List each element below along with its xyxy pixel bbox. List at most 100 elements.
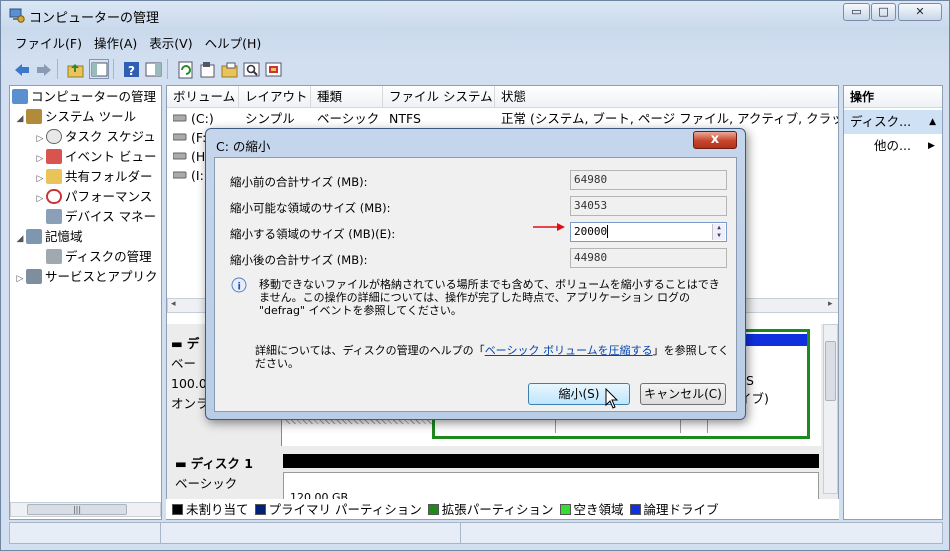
legend-extended: 拡張パーティション bbox=[441, 502, 554, 517]
legend-swatch-logical bbox=[629, 504, 641, 515]
disk1-unallocated-bar[interactable] bbox=[283, 454, 819, 468]
expand-arrow-icon[interactable]: ▷ bbox=[34, 189, 46, 209]
expand-arrow-icon[interactable]: ▷ bbox=[34, 169, 46, 189]
tree-item-shared-folders[interactable]: ▷ 共有フォルダー bbox=[34, 167, 153, 187]
legend-swatch-unallocated bbox=[172, 504, 183, 515]
tree-item-label: ディスクの管理 bbox=[65, 249, 152, 264]
volume-layout: シンプル bbox=[245, 111, 295, 126]
expand-arrow-icon[interactable]: ▷ bbox=[14, 269, 26, 289]
properties-icon[interactable] bbox=[197, 59, 217, 79]
legend-bar: 未割り当て プライマリ パーティション 拡張パーティション 空き領域 論理ドライブ bbox=[166, 499, 839, 519]
help-link[interactable]: ベーシック ボリュームを圧縮する bbox=[485, 344, 653, 357]
volume-row[interactable]: (C:) シンプル ベーシック NTFS 正常 (システム, ブート, ページ … bbox=[167, 109, 839, 128]
status-bar bbox=[9, 522, 943, 544]
tree-item-root[interactable]: コンピューターの管理 bbox=[12, 87, 156, 107]
menu-bar: ファイル(F) 操作(A) 表示(V) ヘルプ(H) bbox=[9, 31, 943, 53]
column-header-layout[interactable]: レイアウト bbox=[239, 86, 311, 108]
column-header-status[interactable]: 状態 bbox=[495, 86, 838, 108]
tree-item-label: 共有フォルダー bbox=[65, 169, 153, 184]
maximize-button[interactable]: □ bbox=[871, 3, 896, 21]
spin-up-icon[interactable]: ▲ bbox=[713, 224, 725, 232]
menu-action[interactable]: 操作(A) bbox=[88, 31, 143, 54]
menu-file[interactable]: ファイル(F) bbox=[9, 31, 88, 54]
tree-item-performance[interactable]: ▷ パフォーマンス bbox=[34, 187, 152, 207]
dialog-close-button[interactable]: x bbox=[693, 131, 737, 149]
shrink-amount-value: 20000 bbox=[574, 225, 608, 238]
window-title: コンピューターの管理 bbox=[29, 11, 160, 26]
red-arrow-icon bbox=[533, 221, 567, 236]
menu-view[interactable]: 表示(V) bbox=[143, 31, 198, 54]
device-manager-icon bbox=[46, 209, 62, 224]
info-text: 移動できないファイルが格納されている場所までも含めて、ボリュームを縮小することは… bbox=[259, 278, 720, 317]
label-shrink-amount: 縮小する領域のサイズ (MB)(E): bbox=[230, 227, 396, 241]
toolbar-separator bbox=[57, 59, 58, 79]
properties-pane-icon[interactable] bbox=[143, 59, 163, 79]
label-shrinkable-space: 縮小可能な領域のサイズ (MB): bbox=[230, 201, 391, 215]
legend-free: 空き領域 bbox=[573, 502, 624, 517]
scrollbar-thumb[interactable] bbox=[825, 341, 836, 401]
volume-filesystem: NTFS bbox=[389, 111, 421, 126]
search-icon[interactable] bbox=[241, 59, 261, 79]
disk-settings-icon[interactable] bbox=[263, 59, 283, 79]
expand-arrow-icon[interactable]: ▷ bbox=[34, 129, 46, 149]
tree-item-storage[interactable]: ◢ 記憶域 bbox=[14, 227, 83, 247]
spin-buttons[interactable]: ▲ ▼ bbox=[712, 224, 725, 240]
scrollbar-thumb[interactable]: ||| bbox=[27, 504, 127, 515]
collapse-up-icon[interactable]: ▲ bbox=[929, 110, 936, 134]
shrink-dialog: C: の縮小 x 縮小前の合計サイズ (MB): 64980 縮小可能な領域のサ… bbox=[205, 128, 746, 420]
legend-swatch-primary bbox=[254, 504, 266, 515]
disk1-type: ベーシック bbox=[175, 476, 238, 491]
dialog-body: 縮小前の合計サイズ (MB): 64980 縮小可能な領域のサイズ (MB): … bbox=[214, 157, 737, 412]
actions-disk-management[interactable]: ディスク... ▲ bbox=[844, 110, 942, 134]
disk1-info[interactable]: ▬ ディスク 1 ベーシック 120.00 GB bbox=[175, 454, 281, 504]
up-folder-icon[interactable] bbox=[65, 59, 85, 79]
volume-name: (C:) bbox=[191, 111, 214, 126]
actions-pane: 操作 ディスク... ▲ 他の... ▶ bbox=[843, 85, 943, 520]
tree-item-system-tools[interactable]: ◢ システム ツール bbox=[14, 107, 136, 127]
back-arrow-icon[interactable] bbox=[11, 59, 31, 79]
column-header-type[interactable]: 種類 bbox=[311, 86, 383, 108]
legend-unallocated: 未割り当て bbox=[186, 502, 249, 517]
column-header-filesystem[interactable]: ファイル システム bbox=[383, 86, 495, 108]
column-header-volume[interactable]: ボリューム bbox=[167, 86, 239, 108]
volume-status: 正常 (システム, ブート, ページ ファイル, アクティブ, クラッシ bbox=[501, 111, 839, 126]
close-button[interactable]: ✕ bbox=[898, 3, 942, 21]
help-text: 詳細については、ディスクの管理のヘルプの「ベーシック ボリュームを圧縮する」を参… bbox=[255, 344, 735, 370]
volume-icon bbox=[167, 166, 187, 185]
actions-more[interactable]: 他の... ▶ bbox=[874, 136, 942, 156]
forward-arrow-icon[interactable] bbox=[33, 59, 53, 79]
collapse-arrow-icon[interactable]: ◢ bbox=[14, 109, 26, 129]
scroll-right-arrow-icon[interactable]: ▸ bbox=[828, 299, 833, 309]
menu-help[interactable]: ヘルプ(H) bbox=[199, 31, 268, 54]
show-hide-tree-icon[interactable] bbox=[89, 59, 109, 79]
spin-down-icon[interactable]: ▼ bbox=[713, 232, 725, 240]
shrink-amount-input[interactable]: 20000 ▲ ▼ bbox=[570, 222, 727, 242]
collapse-arrow-icon[interactable]: ◢ bbox=[14, 229, 26, 249]
tree-item-label: 記憶域 bbox=[45, 229, 83, 244]
disk-icon: ▬ bbox=[171, 336, 187, 351]
cancel-button[interactable]: キャンセル(C) bbox=[640, 383, 726, 405]
open-folder-icon[interactable] bbox=[219, 59, 239, 79]
help-icon[interactable]: ? bbox=[121, 59, 141, 79]
tree-item-disk-management[interactable]: ディスクの管理 bbox=[46, 247, 152, 267]
legend-primary: プライマリ パーティション bbox=[268, 502, 422, 517]
tree-item-services[interactable]: ▷ サービスとアプリク bbox=[14, 267, 158, 287]
tree-item-event-viewer[interactable]: ▷ イベント ビュー bbox=[34, 147, 156, 167]
tree-item-label: タスク スケジュ bbox=[65, 129, 156, 144]
refresh-icon[interactable] bbox=[175, 59, 195, 79]
computer-management-icon bbox=[9, 7, 25, 23]
value-shrinkable-space: 34053 bbox=[570, 196, 727, 216]
volume-name: (H bbox=[191, 149, 206, 164]
disk-map-vscrollbar[interactable] bbox=[823, 324, 838, 494]
info-icon: i bbox=[231, 277, 247, 296]
tree-item-label: デバイス マネー bbox=[65, 209, 157, 224]
tree-item-task-scheduler[interactable]: ▷ タスク スケジュ bbox=[34, 127, 156, 147]
volume-icon bbox=[167, 147, 187, 166]
minimize-button[interactable]: ▭ bbox=[843, 3, 870, 21]
tree-item-label: システム ツール bbox=[45, 109, 137, 124]
toolbar: ? bbox=[9, 56, 943, 82]
tree-horizontal-scrollbar[interactable]: ||| bbox=[10, 502, 161, 517]
scroll-left-arrow-icon[interactable]: ◂ bbox=[171, 299, 176, 309]
expand-arrow-icon[interactable]: ▷ bbox=[34, 149, 46, 169]
tree-item-device-manager[interactable]: デバイス マネー bbox=[46, 207, 156, 227]
